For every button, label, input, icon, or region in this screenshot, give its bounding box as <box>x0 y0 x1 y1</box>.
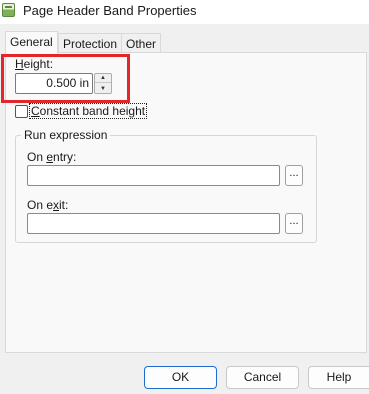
tab-protection[interactable]: Protection <box>58 33 123 54</box>
height-input[interactable]: 0.500 in <box>15 73 93 94</box>
on-entry-input[interactable] <box>27 165 280 186</box>
run-expression-title: Run expression <box>21 128 111 142</box>
help-button[interactable]: Help <box>308 366 369 389</box>
on-entry-browse-button[interactable]: ... <box>285 165 303 186</box>
band-properties-icon <box>2 3 15 17</box>
tab-general[interactable]: General <box>5 31 58 55</box>
ok-button[interactable]: OK <box>144 366 217 389</box>
cancel-button[interactable]: Cancel <box>226 366 299 389</box>
on-entry-label: On entry: <box>27 150 77 164</box>
on-exit-browse-button[interactable]: ... <box>285 213 303 234</box>
constant-band-height-label[interactable]: Constant band height <box>28 103 148 119</box>
on-exit-label: On exit: <box>27 198 69 212</box>
spin-up-icon[interactable]: ▲ <box>95 74 111 83</box>
tab-other[interactable]: Other <box>121 33 162 54</box>
height-spinner[interactable]: ▲ ▼ <box>94 73 112 94</box>
window-title: Page Header Band Properties <box>23 3 197 18</box>
title-bar: Page Header Band Properties <box>0 0 369 24</box>
spin-down-icon[interactable]: ▼ <box>95 84 111 93</box>
on-exit-input[interactable] <box>27 213 280 234</box>
height-label: Height: <box>15 57 54 71</box>
constant-band-height-checkbox[interactable] <box>15 105 28 118</box>
